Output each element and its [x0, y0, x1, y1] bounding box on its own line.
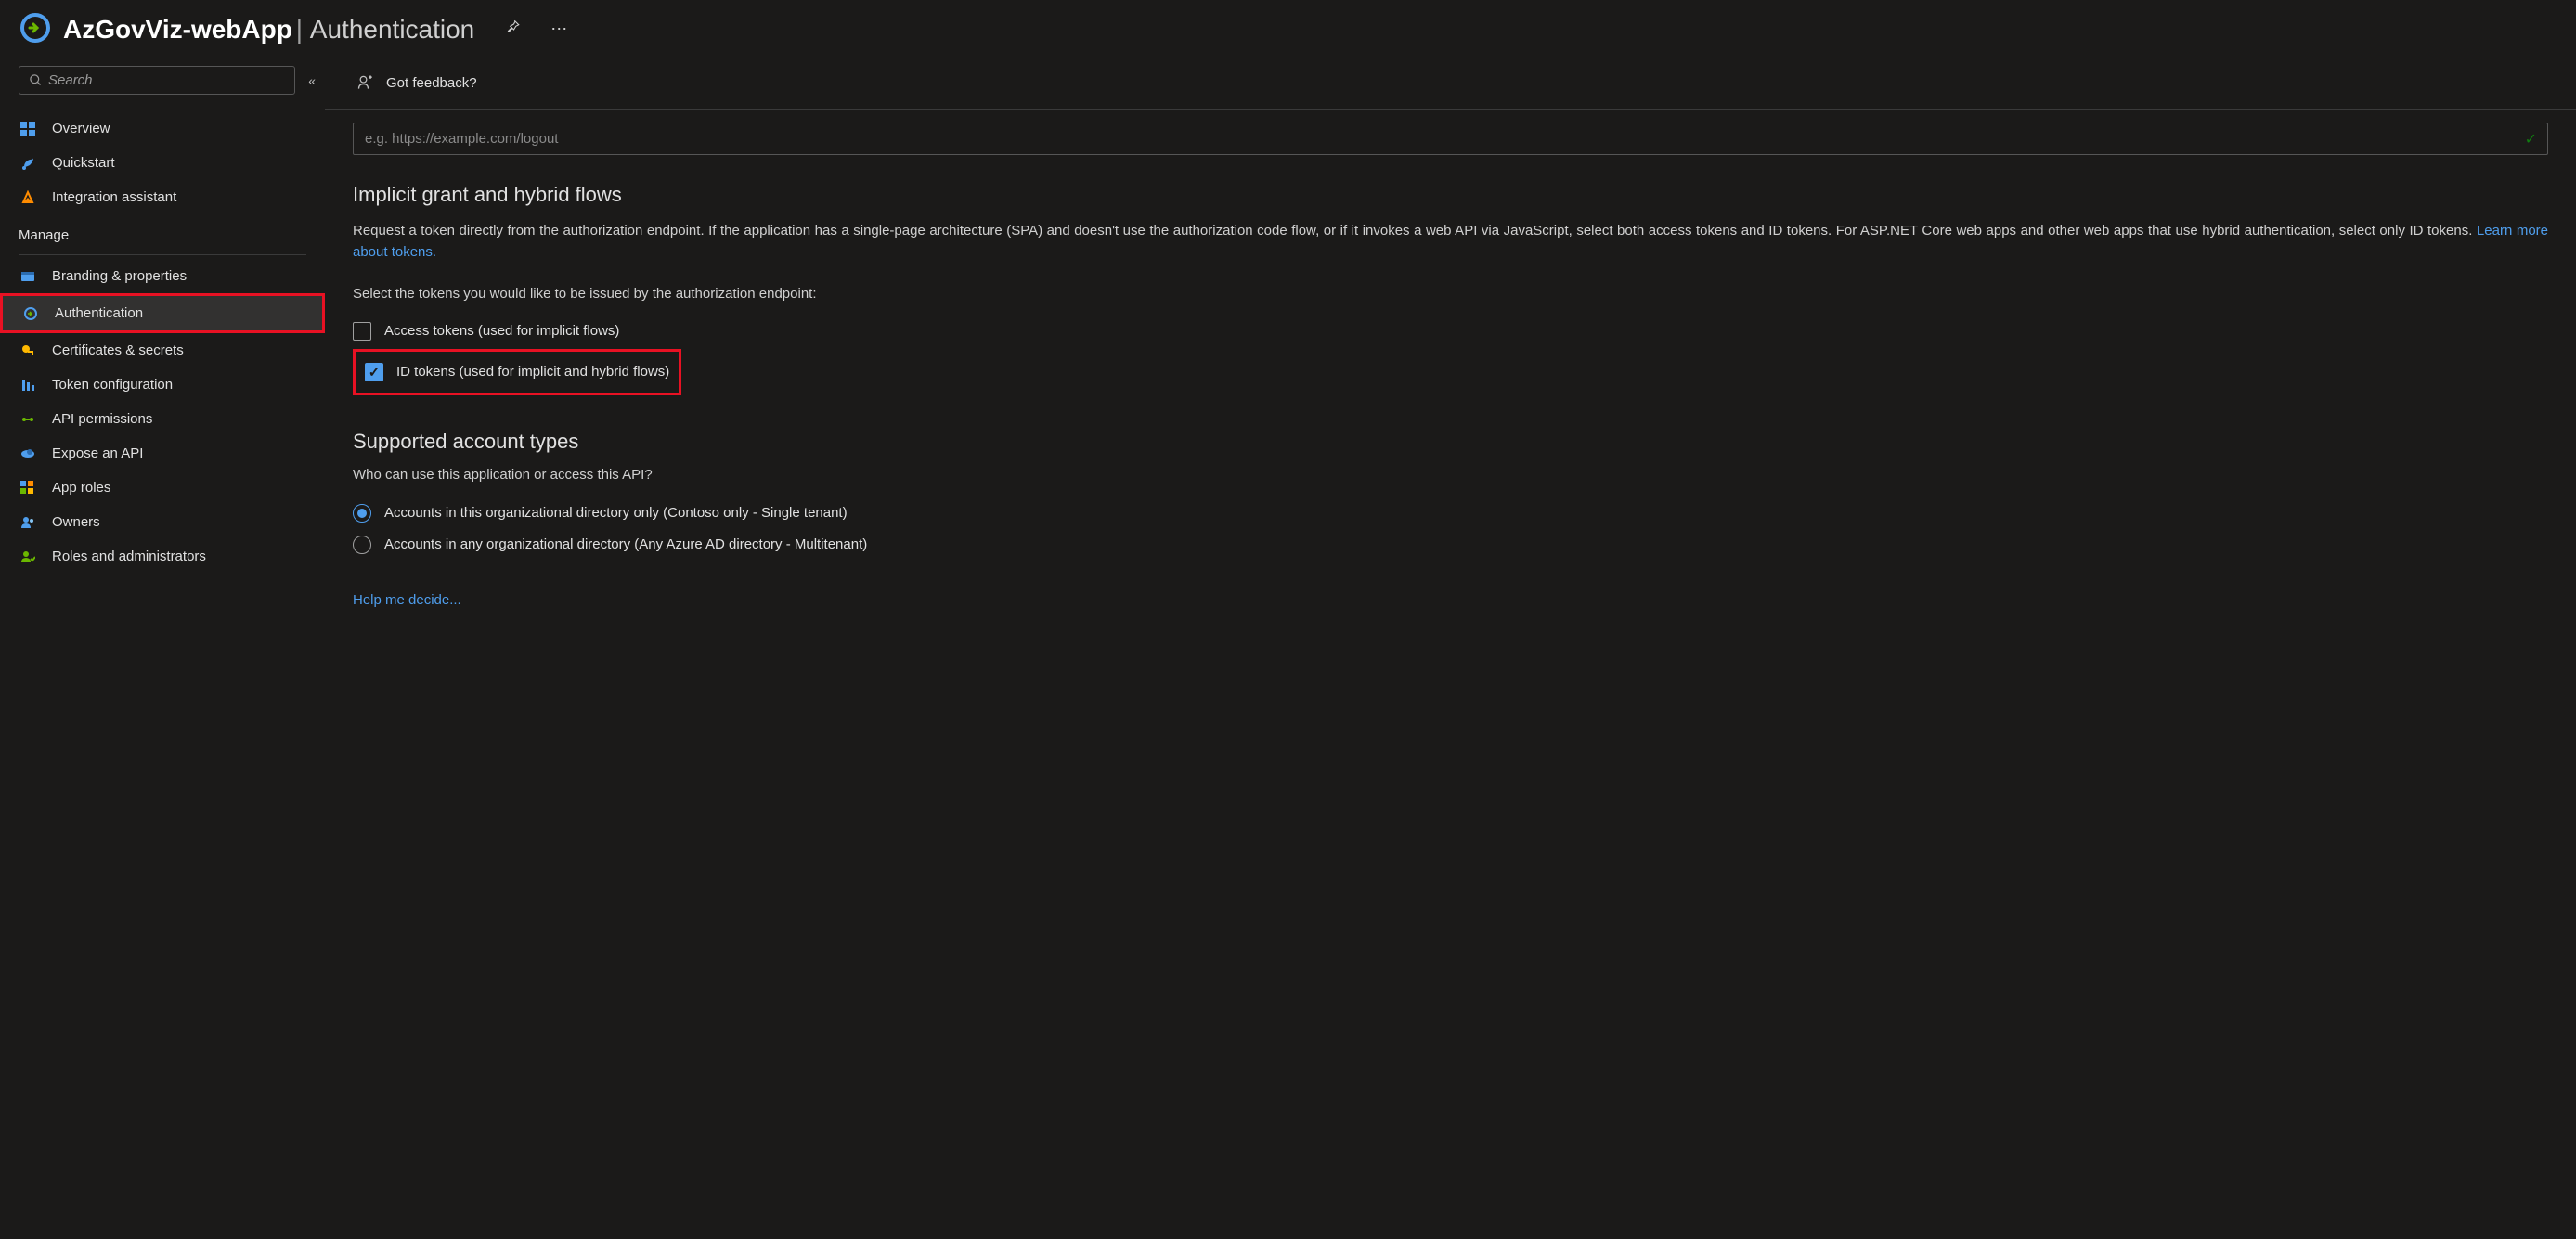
multi-tenant-radio-row: Accounts in any organizational directory…	[353, 529, 2548, 561]
collapse-sidebar-icon[interactable]: «	[308, 73, 316, 88]
multi-tenant-radio[interactable]	[353, 536, 371, 554]
feedback-label: Got feedback?	[386, 75, 477, 91]
sidebar-item-authentication[interactable]: Authentication	[3, 296, 322, 330]
sidebar-item-expose-api[interactable]: Expose an API	[0, 436, 325, 471]
id-tokens-label: ID tokens (used for implicit and hybrid …	[396, 364, 669, 380]
overview-icon	[19, 122, 37, 136]
feedback-link[interactable]: Got feedback?	[353, 66, 2548, 109]
main-divider	[325, 109, 2576, 110]
sidebar-section-manage: Manage	[0, 214, 325, 249]
search-input[interactable]	[48, 72, 285, 88]
page-title: AzGovViz-webApp | Authentication	[63, 15, 474, 45]
pin-icon[interactable]	[504, 19, 521, 40]
sidebar-divider	[19, 254, 306, 255]
sidebar-item-label: Owners	[52, 514, 100, 530]
token-config-icon	[19, 378, 37, 393]
sidebar-item-label: Overview	[52, 121, 110, 136]
sidebar-item-token-config[interactable]: Token configuration	[0, 368, 325, 402]
implicit-grant-description: Request a token directly from the author…	[353, 220, 2548, 264]
sidebar-item-label: Certificates & secrets	[52, 342, 184, 358]
branding-icon	[19, 269, 37, 284]
sidebar-item-quickstart[interactable]: Quickstart	[0, 146, 325, 180]
sidebar-item-label: Expose an API	[52, 445, 143, 461]
quickstart-icon	[19, 156, 37, 171]
sidebar-item-integration-assistant[interactable]: Integration assistant	[0, 180, 325, 214]
id-tokens-highlight: ✓ ID tokens (used for implicit and hybri…	[353, 349, 681, 395]
access-tokens-checkbox-row: Access tokens (used for implicit flows)	[353, 316, 2548, 346]
sidebar-item-label: App roles	[52, 480, 110, 496]
sidebar-item-label: Authentication	[55, 305, 143, 321]
page-header: AzGovViz-webApp | Authentication ⋯	[0, 0, 2576, 66]
check-icon: ✓	[2525, 130, 2537, 148]
sidebar-item-owners[interactable]: Owners	[0, 505, 325, 539]
api-permissions-icon	[19, 412, 37, 427]
sidebar: « Overview Quickstart Integration assist…	[0, 66, 325, 651]
single-tenant-radio-row: Accounts in this organizational director…	[353, 497, 2548, 529]
sidebar-item-label: API permissions	[52, 411, 152, 427]
single-tenant-label: Accounts in this organizational director…	[384, 505, 848, 521]
main-content: Got feedback? ✓ Implicit grant and hybri…	[325, 66, 2576, 651]
sidebar-item-authentication-highlight: Authentication	[0, 293, 325, 333]
title-divider: |	[296, 15, 310, 44]
feedback-icon	[356, 73, 375, 92]
app-roles-icon	[19, 481, 37, 496]
supported-account-types-heading: Supported account types	[353, 430, 2548, 454]
app-name: AzGovViz-webApp	[63, 15, 292, 44]
sidebar-item-roles-admins[interactable]: Roles and administrators	[0, 539, 325, 574]
sidebar-item-label: Quickstart	[52, 155, 115, 171]
more-icon[interactable]: ⋯	[550, 19, 567, 39]
sidebar-item-label: Roles and administrators	[52, 549, 206, 564]
sidebar-item-certificates[interactable]: Certificates & secrets	[0, 333, 325, 368]
expose-api-icon	[19, 446, 37, 461]
roles-admin-icon	[19, 549, 37, 564]
sidebar-item-api-permissions[interactable]: API permissions	[0, 402, 325, 436]
sidebar-item-label: Token configuration	[52, 377, 173, 393]
sidebar-item-branding[interactable]: Branding & properties	[0, 259, 325, 293]
supported-prompt: Who can use this application or access t…	[353, 467, 2548, 483]
auth-icon	[21, 306, 40, 321]
app-registration-icon	[19, 11, 52, 47]
access-tokens-label: Access tokens (used for implicit flows)	[384, 323, 619, 339]
id-tokens-checkbox-row: ✓ ID tokens (used for implicit and hybri…	[365, 357, 669, 387]
implicit-grant-heading: Implicit grant and hybrid flows	[353, 183, 2548, 207]
tokens-prompt: Select the tokens you would like to be i…	[353, 286, 2548, 302]
sidebar-item-label: Integration assistant	[52, 189, 176, 205]
page-name: Authentication	[310, 15, 474, 44]
sidebar-item-app-roles[interactable]: App roles	[0, 471, 325, 505]
owners-icon	[19, 515, 37, 530]
single-tenant-radio[interactable]	[353, 504, 371, 523]
access-tokens-checkbox[interactable]	[353, 322, 371, 341]
certificates-icon	[19, 343, 37, 358]
integration-icon	[19, 190, 37, 205]
sidebar-item-overview[interactable]: Overview	[0, 111, 325, 146]
help-me-decide-link[interactable]: Help me decide...	[353, 592, 461, 608]
search-input-container[interactable]	[19, 66, 295, 95]
sidebar-item-label: Branding & properties	[52, 268, 187, 284]
search-icon	[29, 73, 43, 87]
multi-tenant-label: Accounts in any organizational directory…	[384, 536, 867, 552]
id-tokens-checkbox[interactable]: ✓	[365, 363, 383, 381]
logout-url-input[interactable]	[353, 123, 2548, 155]
